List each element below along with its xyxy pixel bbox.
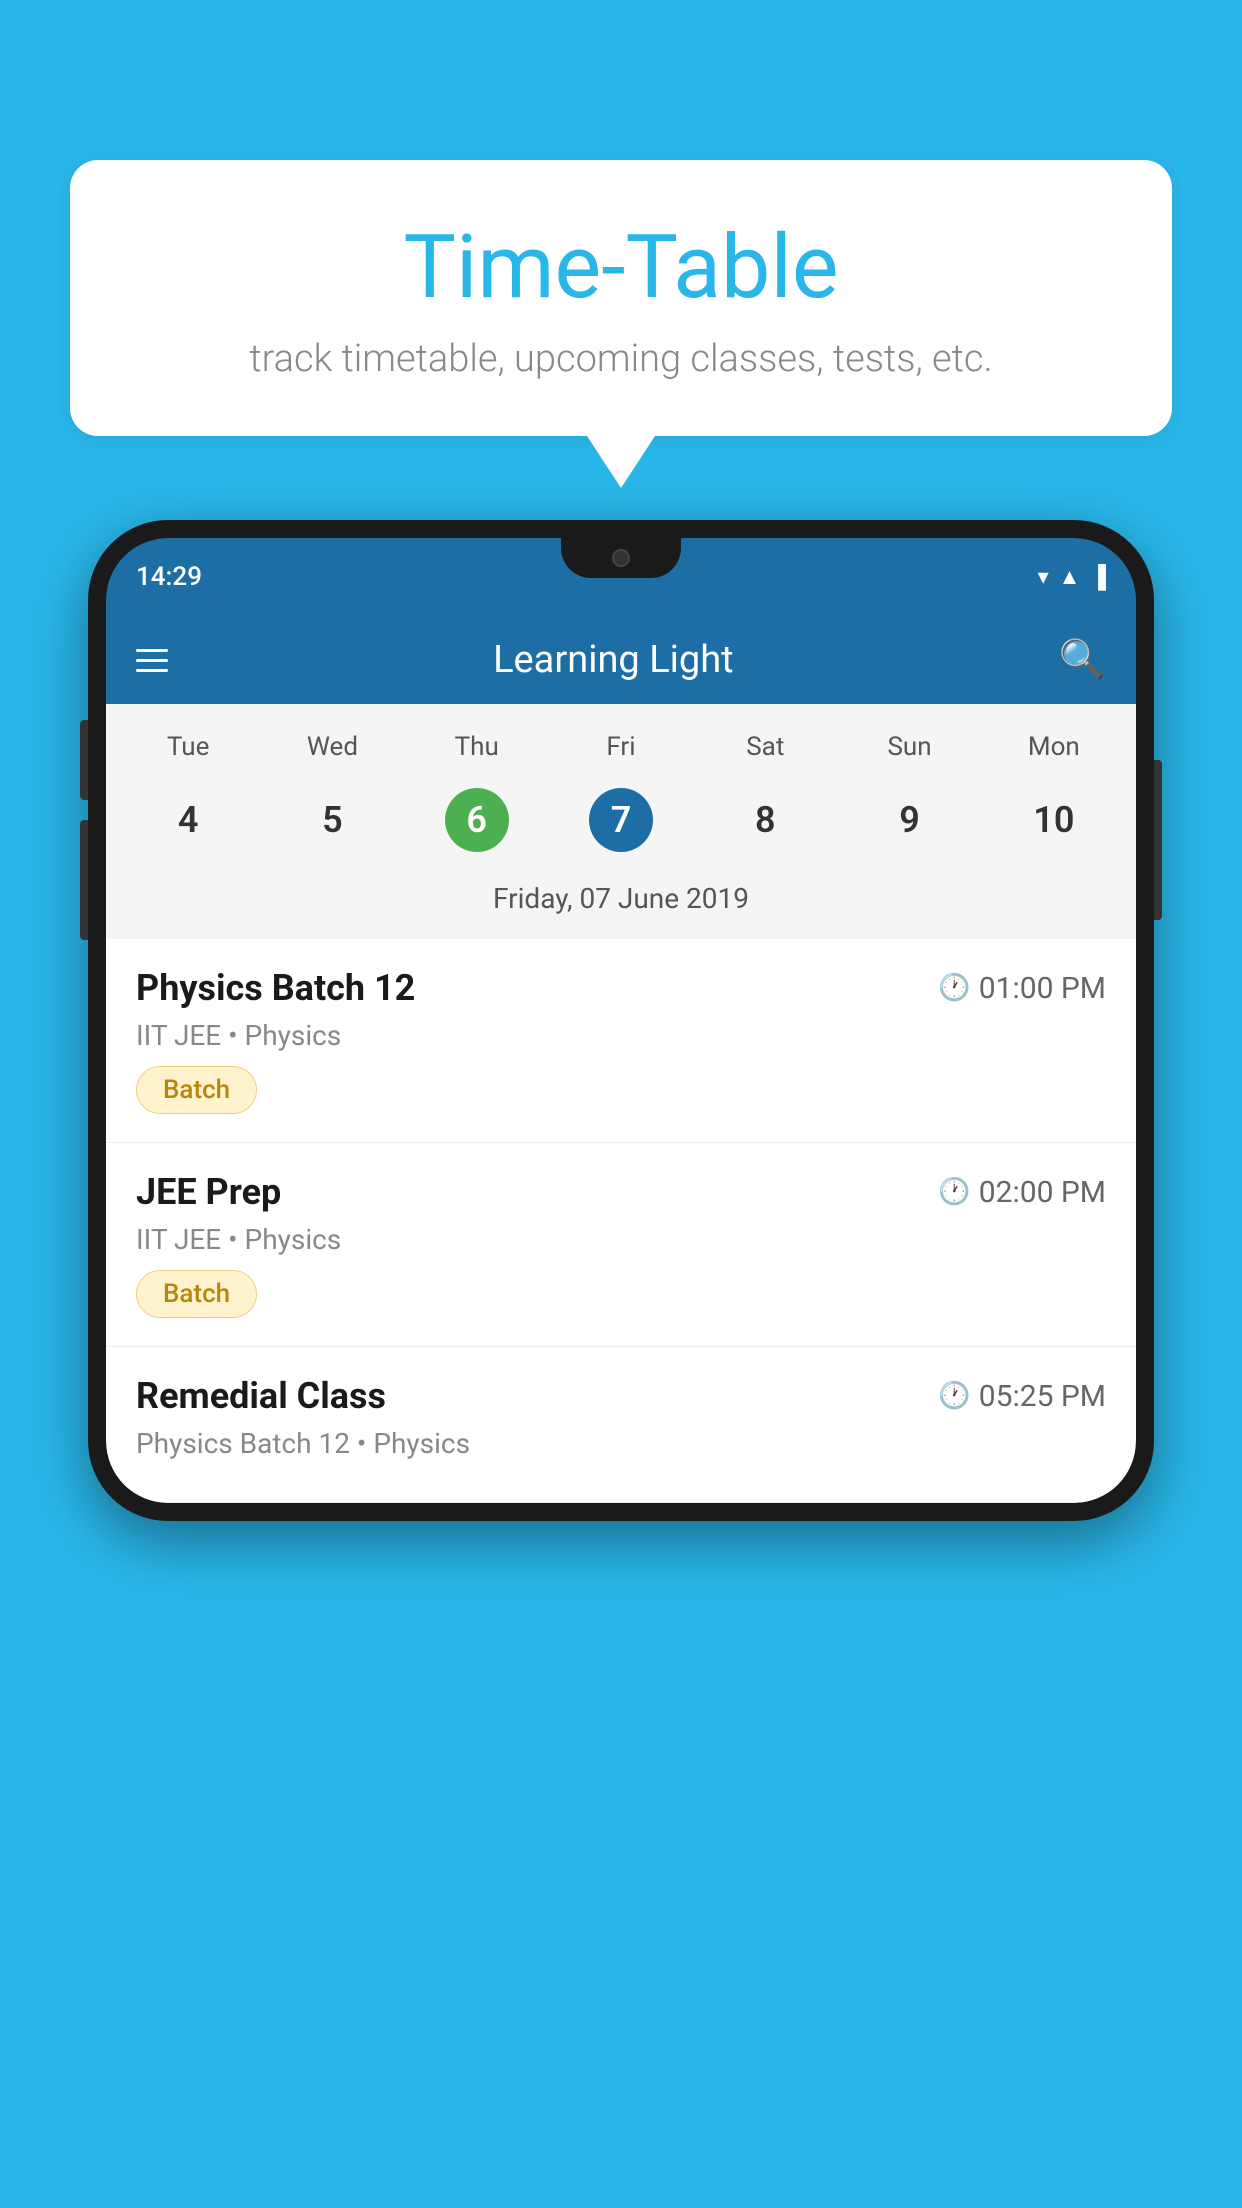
clock-icon-1: 🕐 [938, 973, 970, 1003]
camera [612, 549, 630, 567]
schedule-item-3-subtitle: Physics Batch 12 • Physics [136, 1427, 1106, 1460]
batch-badge-2: Batch [136, 1270, 257, 1318]
app-title: Learning Light [168, 638, 1059, 682]
schedule-item-2[interactable]: JEE Prep 🕐 02:00 PM IIT JEE • Physics Ba… [106, 1143, 1136, 1347]
calendar-day-9[interactable]: 9 [837, 778, 981, 862]
phone-device: 14:29 ▾ ▲ ▐ Learning Light 🔍 [88, 520, 1154, 1521]
calendar-day-4[interactable]: 4 [116, 778, 260, 862]
schedule-item-1[interactable]: Physics Batch 12 🕐 01:00 PM IIT JEE • Ph… [106, 939, 1136, 1143]
schedule-item-1-header: Physics Batch 12 🕐 01:00 PM [136, 967, 1106, 1009]
day-label-thu: Thu [405, 724, 549, 770]
calendar-day-6[interactable]: 6 [405, 778, 549, 862]
schedule-item-1-title: Physics Batch 12 [136, 967, 415, 1009]
menu-line-2 [136, 659, 168, 662]
status-time: 14:29 [136, 562, 202, 592]
day-label-wed: Wed [260, 724, 404, 770]
clock-icon-2: 🕐 [938, 1177, 970, 1207]
day-label-sat: Sat [693, 724, 837, 770]
schedule-item-3-time: 🕐 05:25 PM [938, 1379, 1106, 1414]
schedule-item-2-time: 🕐 02:00 PM [938, 1175, 1106, 1210]
schedule-item-2-header: JEE Prep 🕐 02:00 PM [136, 1171, 1106, 1213]
search-icon[interactable]: 🔍 [1059, 638, 1106, 682]
schedule-item-3-header: Remedial Class 🕐 05:25 PM [136, 1375, 1106, 1417]
app-bar: Learning Light 🔍 [106, 616, 1136, 704]
menu-line-3 [136, 669, 168, 672]
schedule-item-2-title: JEE Prep [136, 1171, 281, 1213]
speech-bubble: Time-Table track timetable, upcoming cla… [70, 160, 1172, 436]
phone-button-volume-down [80, 820, 88, 940]
wifi-icon: ▾ [1038, 565, 1049, 590]
phone-button-power [1154, 760, 1162, 920]
status-bar: 14:29 ▾ ▲ ▐ [106, 538, 1136, 616]
calendar-strip: Tue Wed Thu Fri Sat Sun Mon 4 5 6 7 8 9 … [106, 704, 1136, 939]
menu-line-1 [136, 649, 168, 652]
calendar-day-10[interactable]: 10 [982, 778, 1126, 862]
phone-button-volume-up [80, 720, 88, 800]
notch [561, 538, 681, 578]
phone-screen: 14:29 ▾ ▲ ▐ Learning Light 🔍 [106, 538, 1136, 1503]
speech-bubble-wrapper: Time-Table track timetable, upcoming cla… [70, 160, 1172, 436]
menu-button[interactable] [136, 649, 168, 672]
calendar-day-8[interactable]: 8 [693, 778, 837, 862]
schedule-item-2-subtitle: IIT JEE • Physics [136, 1223, 1106, 1256]
schedule-list: Physics Batch 12 🕐 01:00 PM IIT JEE • Ph… [106, 939, 1136, 1503]
battery-icon: ▐ [1090, 564, 1106, 590]
schedule-item-1-time: 🕐 01:00 PM [938, 971, 1106, 1006]
day-label-fri: Fri [549, 724, 693, 770]
status-icons: ▾ ▲ ▐ [1038, 564, 1106, 590]
day-label-tue: Tue [116, 724, 260, 770]
day-label-mon: Mon [982, 724, 1126, 770]
calendar-day-5[interactable]: 5 [260, 778, 404, 862]
signal-icon: ▲ [1059, 564, 1081, 590]
schedule-item-3-title: Remedial Class [136, 1375, 386, 1417]
schedule-item-1-subtitle: IIT JEE • Physics [136, 1019, 1106, 1052]
bubble-subtitle: track timetable, upcoming classes, tests… [120, 337, 1122, 381]
batch-badge-1: Batch [136, 1066, 257, 1114]
bubble-title: Time-Table [120, 220, 1122, 317]
phone-wrapper: 14:29 ▾ ▲ ▐ Learning Light 🔍 [88, 520, 1154, 1521]
schedule-item-3[interactable]: Remedial Class 🕐 05:25 PM Physics Batch … [106, 1347, 1136, 1503]
selected-date-label: Friday, 07 June 2019 [116, 874, 1126, 929]
day-labels-row: Tue Wed Thu Fri Sat Sun Mon [116, 724, 1126, 770]
calendar-day-7[interactable]: 7 [549, 778, 693, 862]
day-numbers-row: 4 5 6 7 8 9 10 [116, 778, 1126, 862]
day-label-sun: Sun [837, 724, 981, 770]
clock-icon-3: 🕐 [938, 1381, 970, 1411]
